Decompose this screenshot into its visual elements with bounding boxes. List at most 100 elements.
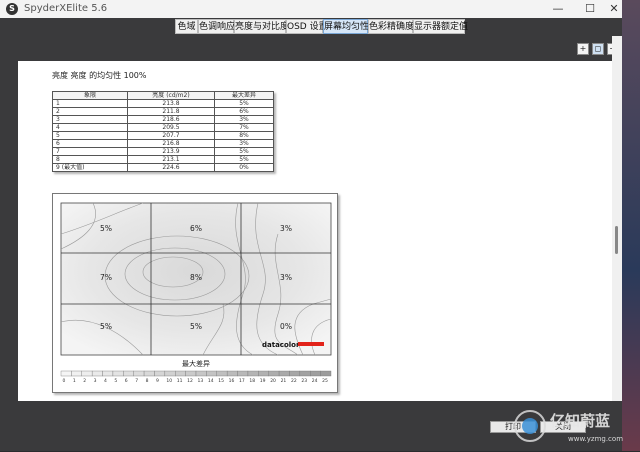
legend-tick-label: 17 [239,378,245,384]
legend-swatch [278,370,290,377]
close-button[interactable]: ✕ [604,2,622,15]
legend-tick-label: 19 [260,378,266,384]
logo-text: datacolor [262,341,300,349]
legend-tick-label: 18 [249,378,255,384]
zoom-fit-button[interactable]: ◻ [592,43,604,55]
minimize-button[interactable]: — [548,2,568,15]
max-diff-cell: 3% [214,139,274,148]
legend-swatch [81,370,93,377]
legend-tick-label: 3 [94,378,97,384]
column-header: 最大差异 [214,91,274,100]
tab-screen-uniformity[interactable]: 屏幕均匀性 [323,19,369,34]
site-watermark: 亿知蔚蓝 www.yzmg.com [510,404,638,448]
title-bar: S SpyderXElite 5.6 — ☐ ✕ [0,0,622,18]
tab-display-rating[interactable]: 显示器额定值 [413,19,468,34]
uniformity-table: 象限 亮度 (cd/m2) 最大差异 1 213.8 5% 2 211.8 6% 3 218.… [52,91,274,172]
tab-tone-response[interactable]: 色调响应 [198,19,235,34]
table-row: 1 213.8 5% [52,99,274,108]
quadrant-cell: 5 [52,131,128,140]
quadrant-diff-label: 5% [190,322,202,331]
legend-swatch [206,370,217,377]
report-page: 亮度 亮度 的均匀性 100% 象限 亮度 (cd/m2) 最大差异 1 213.… [18,61,613,401]
legend-swatch [123,370,134,377]
quadrant-diff-label: 6% [190,224,202,233]
legend-swatch [102,370,114,377]
legend-swatch [258,370,269,377]
max-diff-cell: 5% [214,99,274,108]
legend-title: 最大差异 [182,360,210,368]
legend-tick-label: 22 [291,378,297,384]
table-body: 1 213.8 5% 2 211.8 6% 3 218.6 3% 4 209.5 7% 5 207.7 8%… [52,99,274,172]
quadrant-cell: 7 [52,147,128,156]
report-viewer: + ◻ − 亮度 亮度 的均匀性 100% 象限 亮度 (cd/m2) 最大差异… [0,36,622,401]
quadrant-cell: 4 [52,123,128,132]
legend-swatch [226,370,238,377]
legend-swatch [143,370,155,377]
luminance-cell: 216.8 [127,139,215,148]
legend-swatch [164,370,176,377]
legend-tick-label: 23 [301,378,307,384]
max-diff-cell: 5% [214,155,274,164]
luminance-cell: 211.8 [127,107,215,116]
quadrant-diff-label: 3% [280,273,292,282]
zoom-in-button[interactable]: + [577,43,589,55]
legend-tick-label: 16 [229,378,235,384]
legend-tick-label: 13 [198,378,204,384]
quadrant-cell: 8 [52,155,128,164]
vertical-scrollbar[interactable] [612,36,622,401]
desktop-wallpaper-edge [622,0,640,451]
tab-color-accuracy[interactable]: 色彩精确度 [368,19,414,34]
legend-swatch [268,370,280,377]
legend-swatch [112,370,124,377]
legend-swatch [71,370,82,377]
quadrant-diff-label: 8% [190,273,202,282]
app-logo-icon: S [6,3,18,15]
luminance-cell: 213.8 [127,99,215,108]
luminance-cell: 207.7 [127,131,215,140]
legend-swatch [299,370,311,377]
quadrant-cell: 6 [52,139,128,148]
legend-tick-label: 8 [146,378,149,384]
legend-tick-label: 4 [104,378,107,384]
tab-brightness-contrast[interactable]: 亮度与对比度 [234,19,289,34]
table-row: 7 213.9 5% [52,147,274,156]
legend-tick-label: 25 [322,378,328,384]
maximize-button[interactable]: ☐ [580,2,600,15]
legend-swatch [154,370,166,377]
quadrant-cell: 2 [52,107,128,116]
legend-swatch [237,370,249,377]
column-header: 亮度 (cd/m2) [127,91,215,100]
table-header-row: 象限 亮度 (cd/m2) 最大差异 [52,91,274,100]
scrollbar-thumb[interactable] [615,226,618,254]
quadrant-diff-label: 5% [100,224,112,233]
legend-swatch [216,370,228,377]
quadrant-cell: 3 [52,115,128,124]
max-diff-cell: 8% [214,131,274,140]
legend-tick-label: 9 [156,378,159,384]
legend-tick-label: 20 [270,378,276,384]
uniformity-map: 5% 6% 3% 7% 8% 3% 5% 5% 0% datacolor 01234567891… [52,193,338,393]
quadrant-diff-label: 7% [100,273,112,282]
legend-swatch [310,370,321,377]
luminance-cell: 209.5 [127,123,215,132]
legend-swatch [320,370,332,377]
quadrant-diff-label: 5% [100,322,112,331]
table-row: 4 209.5 7% [52,123,274,132]
legend-swatch [289,370,301,377]
tab-osd-settings[interactable]: OSD 设置 [286,19,328,34]
legend-tick-label: 11 [177,378,183,384]
legend-tick-label: 15 [218,378,224,384]
legend-swatch [91,370,103,377]
max-diff-cell: 7% [214,123,274,132]
table-row: 9 (最大值) 224.6 0% [52,163,274,172]
tab-gamut[interactable]: 色域 [175,19,198,34]
table-row: 2 211.8 6% [52,107,274,116]
watermark-brand: 亿知蔚蓝 [550,412,610,430]
legend-swatch [175,370,186,377]
max-diff-cell: 6% [214,107,274,116]
watermark-url: www.yzmg.com [568,435,623,443]
legend-tick-label: 10 [166,378,172,384]
max-diff-cell: 0% [214,163,274,172]
legend-swatch [185,370,197,377]
legend-tick-label: 12 [187,378,193,384]
